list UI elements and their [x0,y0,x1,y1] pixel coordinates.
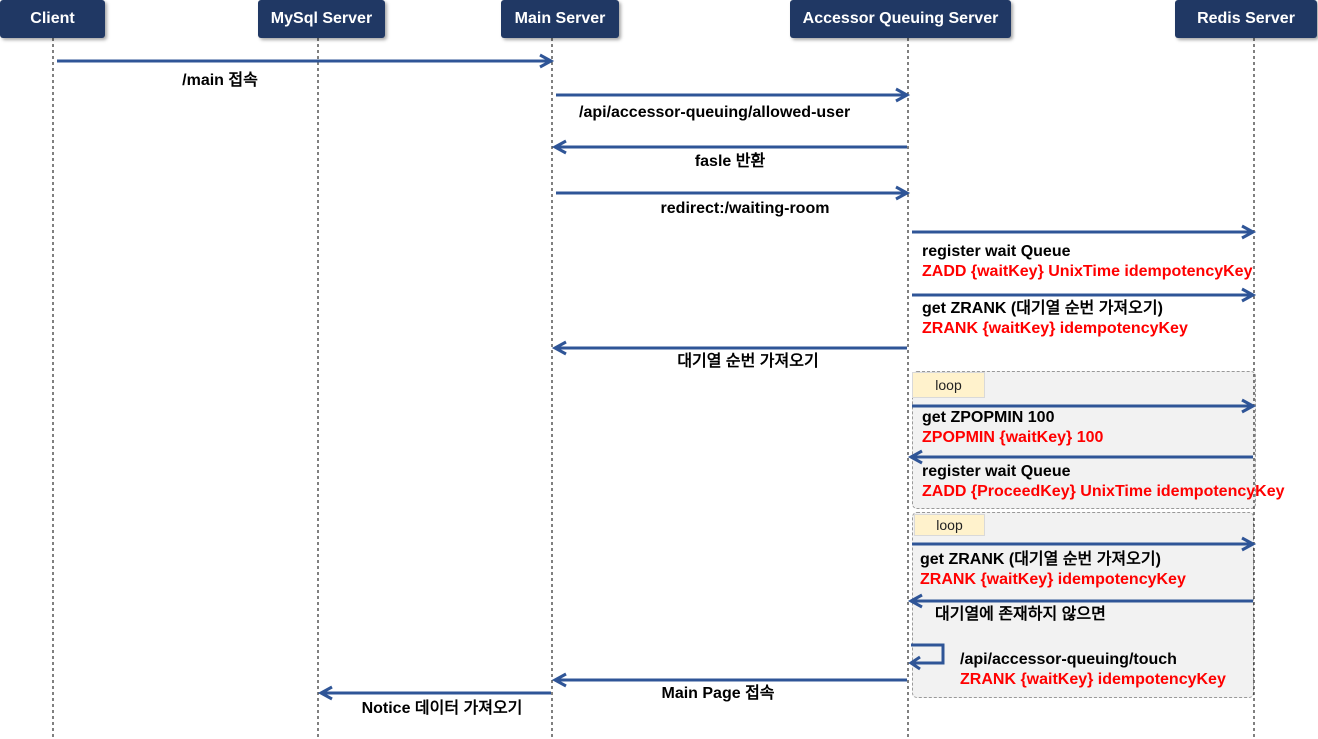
message-label: /api/accessor-queuing/touch [960,651,1177,668]
message-label: 대기열에 존재하지 않으면 [935,606,1106,623]
message-label: /api/accessor-queuing/allowed-user [579,104,851,121]
actor-client: Client [0,0,105,38]
redis-command: ZADD {waitKey} UnixTime idempotencyKey [922,263,1253,280]
message-label: get ZPOPMIN 100 [922,409,1055,426]
message-arrow [908,643,945,671]
message-label: get ZRANK (대기열 순번 가져오기) [922,300,1163,317]
redis-command: ZPOPMIN {waitKey} 100 [922,429,1104,446]
message-label: Notice 데이터 가져오기 [361,700,523,717]
message-label: register wait Queue [922,243,1071,260]
message-label: 대기열 순번 가져오기 [677,353,819,370]
message-label: /main 접속 [182,72,258,89]
message-label: get ZRANK (대기열 순번 가져오기) [920,551,1161,568]
message-arrow [912,224,1257,240]
message-arrow [57,53,555,69]
message-label: redirect:/waiting-room [660,200,830,217]
redis-command: ZRANK {waitKey} idempotencyKey [920,571,1186,588]
actor-accessor-queuing-server: Accessor Queuing Server [790,0,1011,38]
redis-command: ZRANK {waitKey} idempotencyKey [922,320,1188,337]
message-arrow [556,185,911,201]
actor-redis-server: Redis Server [1175,0,1317,38]
redis-command: ZADD {ProceedKey} UnixTime idempotencyKe… [922,483,1285,500]
message-arrow [556,87,911,103]
message-arrow [317,685,551,701]
message-label: fasle 반환 [694,153,766,170]
message-label: register wait Queue [922,463,1071,480]
actor-main-server: Main Server [501,0,619,38]
redis-command: ZRANK {waitKey} idempotencyKey [960,671,1226,688]
message-arrow [912,536,1257,552]
message-label: Main Page 접속 [661,685,775,702]
actor-mysql-server: MySql Server [258,0,385,38]
